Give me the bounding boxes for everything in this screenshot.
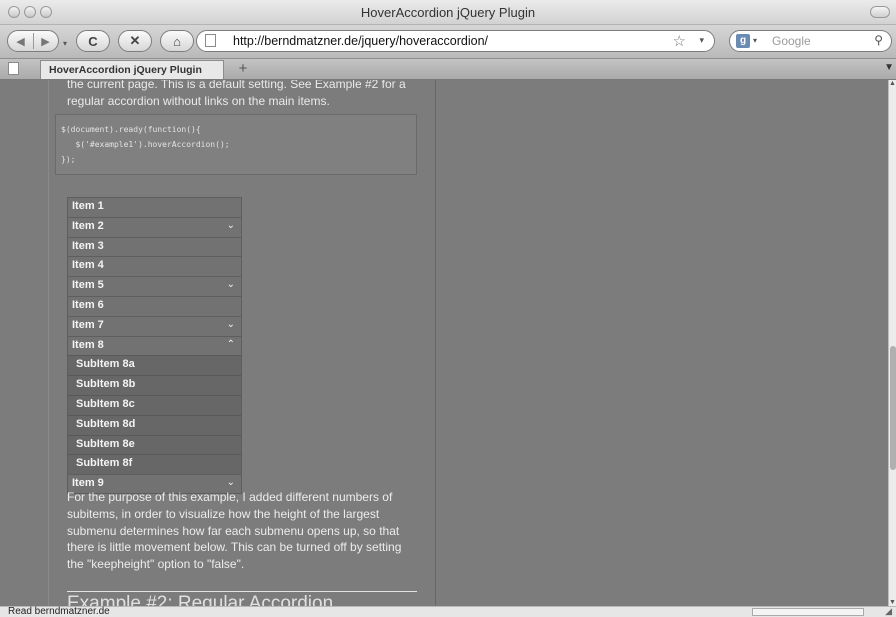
accordion-label: SubItem 8c <box>76 397 135 410</box>
section-heading: Example #2: Regular Accordion <box>67 593 334 606</box>
tab-label: HoverAccordion jQuery Plugin <box>49 64 202 76</box>
tab-hoveraccordion[interactable]: HoverAccordion jQuery Plugin <box>40 60 224 79</box>
accordion-label: SubItem 8d <box>76 417 136 430</box>
back-forward-buttons: ◀ ▶ <box>7 30 59 52</box>
accordion-label: SubItem 8f <box>76 457 133 470</box>
window-title: HoverAccordion jQuery Plugin <box>360 5 536 20</box>
accordion-subitem-subitem-8d[interactable]: SubItem 8d <box>67 414 242 435</box>
hover-accordion: Item 1 Item 2 ⌄ Item 3 Item 4 Item 5 ⌄ Item 6 It… <box>67 197 242 494</box>
accordion-subitem-subitem-8b[interactable]: SubItem 8b <box>67 375 242 395</box>
page-icon <box>8 62 19 75</box>
accordion-label: SubItem 8a <box>76 358 135 371</box>
status-text: Read berndmatzner.de <box>8 606 110 617</box>
address-bar[interactable]: http://berndmatzner.de/jquery/hoveraccor… <box>196 30 715 52</box>
tab-list-icon[interactable]: ▼ <box>884 62 894 73</box>
intro-paragraph: the current page. This is a default sett… <box>67 80 406 108</box>
scroll-down-icon[interactable]: ▼ <box>889 599 896 606</box>
chevron-down-icon: ⌄ <box>226 318 235 330</box>
toolbar-toggle-button[interactable] <box>870 6 890 18</box>
accordion-label: Item 3 <box>72 239 104 252</box>
chevron-down-icon: ⌄ <box>226 477 235 489</box>
url-input[interactable]: http://berndmatzner.de/jquery/hoveraccor… <box>233 34 488 48</box>
search-engine-selector[interactable]: g ▾ <box>729 30 767 52</box>
accordion-label: Item 9 <box>72 477 104 490</box>
page-icon <box>205 34 216 47</box>
code-line: }); <box>61 155 76 164</box>
section-divider <box>67 591 417 592</box>
stop-button[interactable]: ✕ <box>118 30 152 52</box>
button-divider <box>33 33 34 49</box>
accordion-label: SubItem 8e <box>76 437 135 450</box>
accordion-label: Item 4 <box>72 259 104 272</box>
accordion-label: Item 1 <box>72 200 104 212</box>
search-input[interactable]: Google ⚲ <box>766 30 892 52</box>
new-tab-button[interactable]: + <box>230 60 256 78</box>
status-bar: Read berndmatzner.de ◢ <box>0 606 896 617</box>
accordion-item-item-4[interactable]: Item 4 <box>67 256 242 277</box>
accordion-subitem-subitem-8a[interactable]: SubItem 8a <box>67 355 242 376</box>
accordion-label: SubItem 8b <box>76 378 136 391</box>
search-placeholder: Google <box>772 34 811 48</box>
navigation-toolbar: ◀ ▶ ▾ C ✕ ⌂ http://berndmatzner.de/jquer… <box>0 25 896 59</box>
accordion-label: Item 2 <box>72 219 104 232</box>
code-line: $('#example1').hoverAccordion(); <box>61 140 230 149</box>
chevron-down-icon: ▾ <box>753 36 758 45</box>
forward-button[interactable]: ▶ <box>33 35 58 48</box>
accordion-item-item-7[interactable]: Item 7 ⌄ <box>67 315 242 336</box>
accordion-label: Item 7 <box>72 318 104 331</box>
chevron-down-icon: ⌄ <box>226 279 235 291</box>
column-divider <box>435 80 436 606</box>
page-content: the current page. This is a default sett… <box>0 80 888 606</box>
scroll-up-icon[interactable]: ▲ <box>889 80 896 87</box>
resize-grip-icon[interactable]: ◢ <box>885 606 892 617</box>
scrollbar-thumb[interactable] <box>890 346 896 470</box>
chevron-down-icon: ⌄ <box>226 219 235 231</box>
accordion-label: Item 8 <box>72 338 104 351</box>
url-dropdown-icon[interactable]: ▾ <box>699 35 704 46</box>
accordion-label: Item 5 <box>72 279 104 292</box>
back-button[interactable]: ◀ <box>8 35 33 48</box>
code-line: $(document).ready(function(){ <box>61 125 201 134</box>
accordion-subitem-subitem-8c[interactable]: SubItem 8c <box>67 394 242 415</box>
accordion-item-item-3[interactable]: Item 3 <box>67 236 242 257</box>
home-button[interactable]: ⌂ <box>160 30 194 52</box>
accordion-item-item-2[interactable]: Item 2 ⌄ <box>67 216 242 237</box>
accordion-item-item-8[interactable]: Item 8 ⌃ <box>67 335 242 356</box>
description-paragraph: For the purpose of this example, I added… <box>67 490 402 572</box>
accordion-subitem-subitem-8f[interactable]: SubItem 8f <box>67 454 242 475</box>
accordion-item-item-5[interactable]: Item 5 ⌄ <box>67 276 242 296</box>
history-dropdown-icon[interactable]: ▾ <box>63 39 67 48</box>
accordion-label: Item 6 <box>72 298 104 311</box>
tab-bar: HoverAccordion jQuery Plugin + ▼ <box>0 59 896 80</box>
code-block: $(document).ready(function(){ $('#exampl… <box>55 114 417 175</box>
vertical-scrollbar[interactable]: ▲ ▼ <box>888 80 896 606</box>
google-icon: g <box>736 34 750 48</box>
bookmark-star-icon[interactable]: ☆ <box>673 32 686 50</box>
accordion-subitem-subitem-8e[interactable]: SubItem 8e <box>67 434 242 455</box>
search-icon[interactable]: ⚲ <box>874 33 883 47</box>
margin-line <box>48 80 49 606</box>
progress-bar <box>752 608 864 616</box>
reload-button[interactable]: C <box>76 30 110 52</box>
accordion-item-item-1[interactable]: Item 1 <box>67 197 242 217</box>
title-bar: HoverAccordion jQuery Plugin <box>0 0 896 25</box>
accordion-item-item-6[interactable]: Item 6 <box>67 295 242 316</box>
chevron-up-icon: ⌃ <box>226 338 235 350</box>
